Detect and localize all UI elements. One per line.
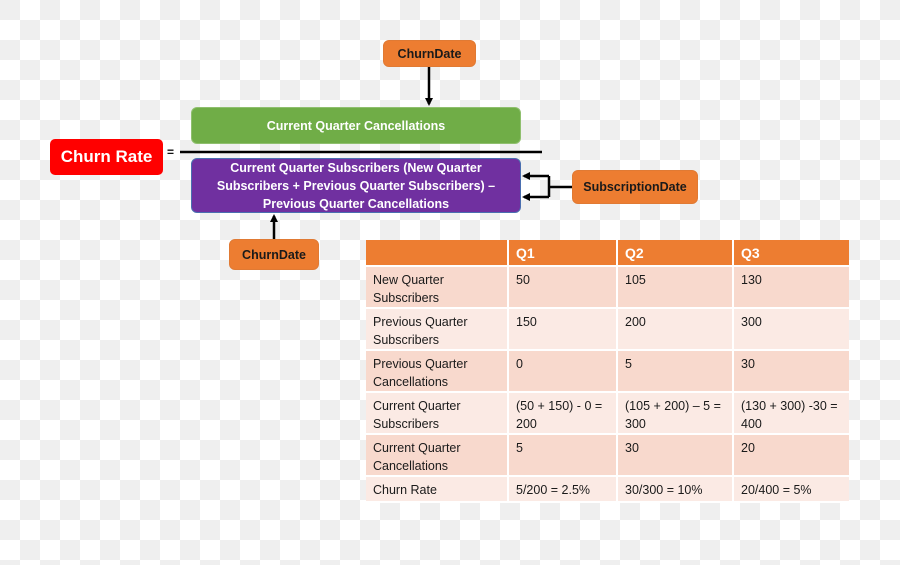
cell-q2: (105 + 200) – 5 = 300 (617, 392, 734, 435)
row-label: Churn Rate (366, 476, 509, 503)
cell-q3: (130 + 300) -30 = 400 (733, 392, 849, 435)
cell-q2: 105 (617, 266, 734, 309)
cell-q1: 5 (508, 434, 618, 477)
churn-example-table: Q1 Q2 Q3 New Quarter Subscribers 50 105 … (366, 240, 849, 503)
table-row: Previous Quarter Cancellations 0 5 30 (366, 350, 849, 393)
cell-q1: 150 (508, 308, 618, 351)
table-row: Previous Quarter Subscribers 150 200 300 (366, 308, 849, 351)
cell-q3: 20/400 = 5% (733, 476, 849, 503)
row-label: Previous Quarter Subscribers (366, 308, 509, 351)
cell-q2: 30/300 = 10% (617, 476, 734, 503)
header-cell-q3: Q3 (733, 240, 849, 267)
row-label: New Quarter Subscribers (366, 266, 509, 309)
churn-rate-box: Churn Rate (50, 139, 163, 175)
numerator-box: Current Quarter Cancellations (191, 107, 521, 144)
cell-q1: (50 + 150) - 0 = 200 (508, 392, 618, 435)
header-cell-q2: Q2 (617, 240, 734, 267)
cell-q3: 30 (733, 350, 849, 393)
header-cell-label (366, 240, 509, 267)
cell-q2: 200 (617, 308, 734, 351)
bracket-subscriptiondate (547, 176, 572, 197)
row-label: Current Quarter Cancellations (366, 434, 509, 477)
churndate-source-bottom: ChurnDate (229, 239, 319, 270)
table-row: Churn Rate 5/200 = 2.5% 30/300 = 10% 20/… (366, 476, 849, 503)
table-row: Current Quarter Subscribers (50 + 150) -… (366, 392, 849, 435)
subscriptiondate-source: SubscriptionDate (572, 170, 698, 204)
cell-q3: 300 (733, 308, 849, 351)
cell-q3: 130 (733, 266, 849, 309)
cell-q1: 5/200 = 2.5% (508, 476, 618, 503)
table-header-row: Q1 Q2 Q3 (366, 240, 849, 267)
cell-q2: 30 (617, 434, 734, 477)
row-label: Current Quarter Subscribers (366, 392, 509, 435)
cell-q1: 0 (508, 350, 618, 393)
row-label: Previous Quarter Cancellations (366, 350, 509, 393)
churndate-source-top: ChurnDate (383, 40, 476, 67)
table-row: New Quarter Subscribers 50 105 130 (366, 266, 849, 309)
equals-sign: = (167, 145, 175, 159)
cell-q1: 50 (508, 266, 618, 309)
cell-q2: 5 (617, 350, 734, 393)
cell-q3: 20 (733, 434, 849, 477)
header-cell-q1: Q1 (508, 240, 618, 267)
denominator-box: Current Quarter Subscribers (New Quarter… (191, 158, 521, 213)
table-row: Current Quarter Cancellations 5 30 20 (366, 434, 849, 477)
